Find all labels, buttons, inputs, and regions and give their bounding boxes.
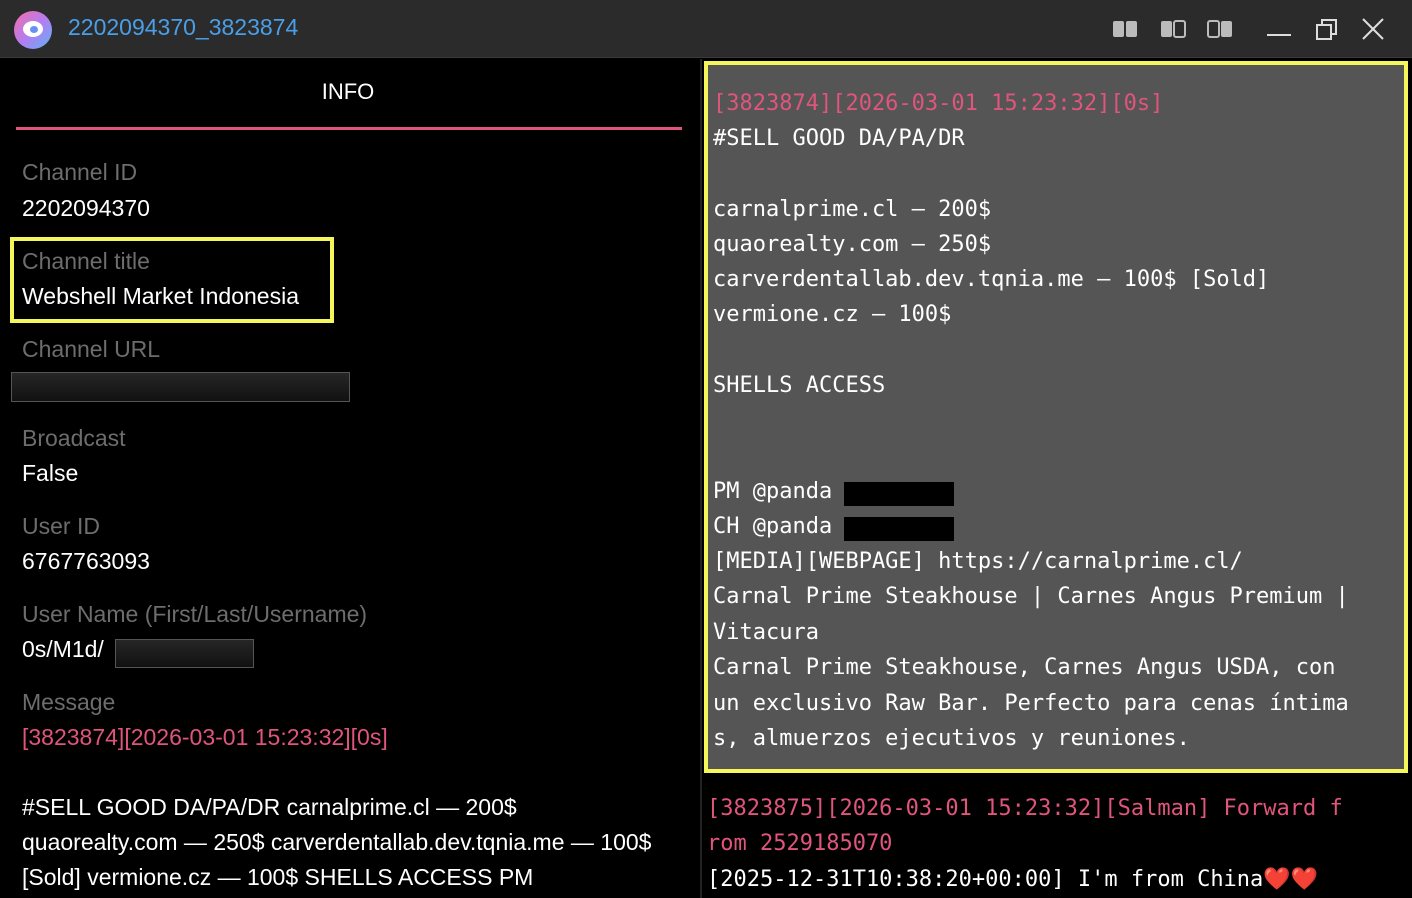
channel-url-label: Channel URL	[22, 336, 161, 362]
restore-icon[interactable]	[1312, 14, 1342, 44]
layout-split-icon[interactable]	[1158, 14, 1188, 44]
handle-redacted	[844, 517, 954, 541]
tab-underline	[16, 127, 682, 130]
message-line: carverdentallab.dev.tqnia.me — 100$ [Sol…	[713, 267, 1270, 292]
message-line: #SELL GOOD DA/PA/DR	[713, 126, 965, 151]
message-header: [3823875][2026-03-01 15:23:32][Salman] F…	[707, 796, 1343, 821]
message-header: rom 2529185070	[707, 831, 893, 856]
user-id-label: User ID	[22, 513, 100, 539]
channel-url-redacted	[11, 372, 350, 402]
window-title: 2202094370_3823874	[68, 14, 299, 40]
username-redacted	[115, 639, 254, 668]
message-line: Carnal Prime Steakhouse | Carnes Angus P…	[713, 584, 1349, 609]
message-line: [MEDIA][WEBPAGE] https://carnalprime.cl/	[713, 549, 1243, 574]
message-line: vermione.cz — 100$	[713, 302, 952, 327]
handle-redacted	[844, 482, 954, 506]
user-id-value: 6767763093	[22, 548, 150, 574]
selected-message[interactable]: [3823874][2026-03-01 15:23:32][0s] #SELL…	[704, 61, 1408, 773]
message-line: carnalprime.cl — 200$	[713, 197, 992, 222]
message-line: Vitacura	[713, 620, 819, 645]
user-name-value: 0s/M1d/	[22, 636, 104, 662]
info-panel: INFO Channel ID 2202094370 Channel title…	[0, 59, 700, 898]
heart-emoji: ❤️❤️	[1263, 867, 1319, 892]
broadcast-value: False	[22, 460, 79, 486]
message-line: CH @panda	[713, 514, 833, 539]
message-body-line: quaorealty.com — 250$ carverdentallab.de…	[22, 829, 652, 855]
message-body-line: #SELL GOOD DA/PA/DR carnalprime.cl — 200…	[22, 794, 517, 820]
channel-title-label: Channel title	[22, 248, 150, 274]
message-line: [2025-12-31T10:38:20+00:00] I'm from Chi…	[707, 867, 1318, 892]
message-text: [2025-12-31T10:38:20+00:00] I'm from Chi…	[707, 867, 1264, 892]
message-line: SHELLS ACCESS	[713, 373, 886, 398]
message-line: quaorealty.com — 250$	[713, 232, 992, 257]
layout-right-icon[interactable]	[1205, 14, 1235, 44]
channel-id-label: Channel ID	[22, 159, 138, 185]
close-icon[interactable]	[1358, 14, 1388, 44]
app-logo-icon	[14, 11, 52, 49]
message-header: [3823874][2026-03-01 15:23:32][0s]	[713, 91, 1164, 116]
message-label: Message	[22, 689, 116, 715]
message-line: PM @panda	[713, 479, 833, 504]
channel-id-value: 2202094370	[22, 195, 150, 221]
minimize-icon[interactable]	[1264, 14, 1294, 44]
channel-title-value: Webshell Market Indonesia	[22, 283, 299, 309]
message-list: [3823874][2026-03-01 15:23:32][0s] #SELL…	[702, 59, 1412, 898]
message-line: un exclusivo Raw Bar. Perfecto para cena…	[713, 691, 1349, 716]
message-header: [3823874][2026-03-01 15:23:32][0s]	[22, 724, 388, 750]
message-line: Carnal Prime Steakhouse, Carnes Angus US…	[713, 655, 1336, 680]
title-bar: 2202094370_3823874	[0, 0, 1412, 58]
message-body-line: [Sold] vermione.cz — 100$ SHELLS ACCESS …	[22, 864, 534, 890]
layout-left-icon[interactable]	[1110, 14, 1140, 44]
message-body: #SELL GOOD DA/PA/DR carnalprime.cl — 200…	[22, 790, 682, 895]
user-name-label: User Name (First/Last/Username)	[22, 601, 368, 627]
message-line: s, almuerzos ejecutivos y reuniones.	[713, 726, 1190, 751]
broadcast-label: Broadcast	[22, 425, 126, 451]
tab-info[interactable]: INFO	[0, 79, 696, 105]
